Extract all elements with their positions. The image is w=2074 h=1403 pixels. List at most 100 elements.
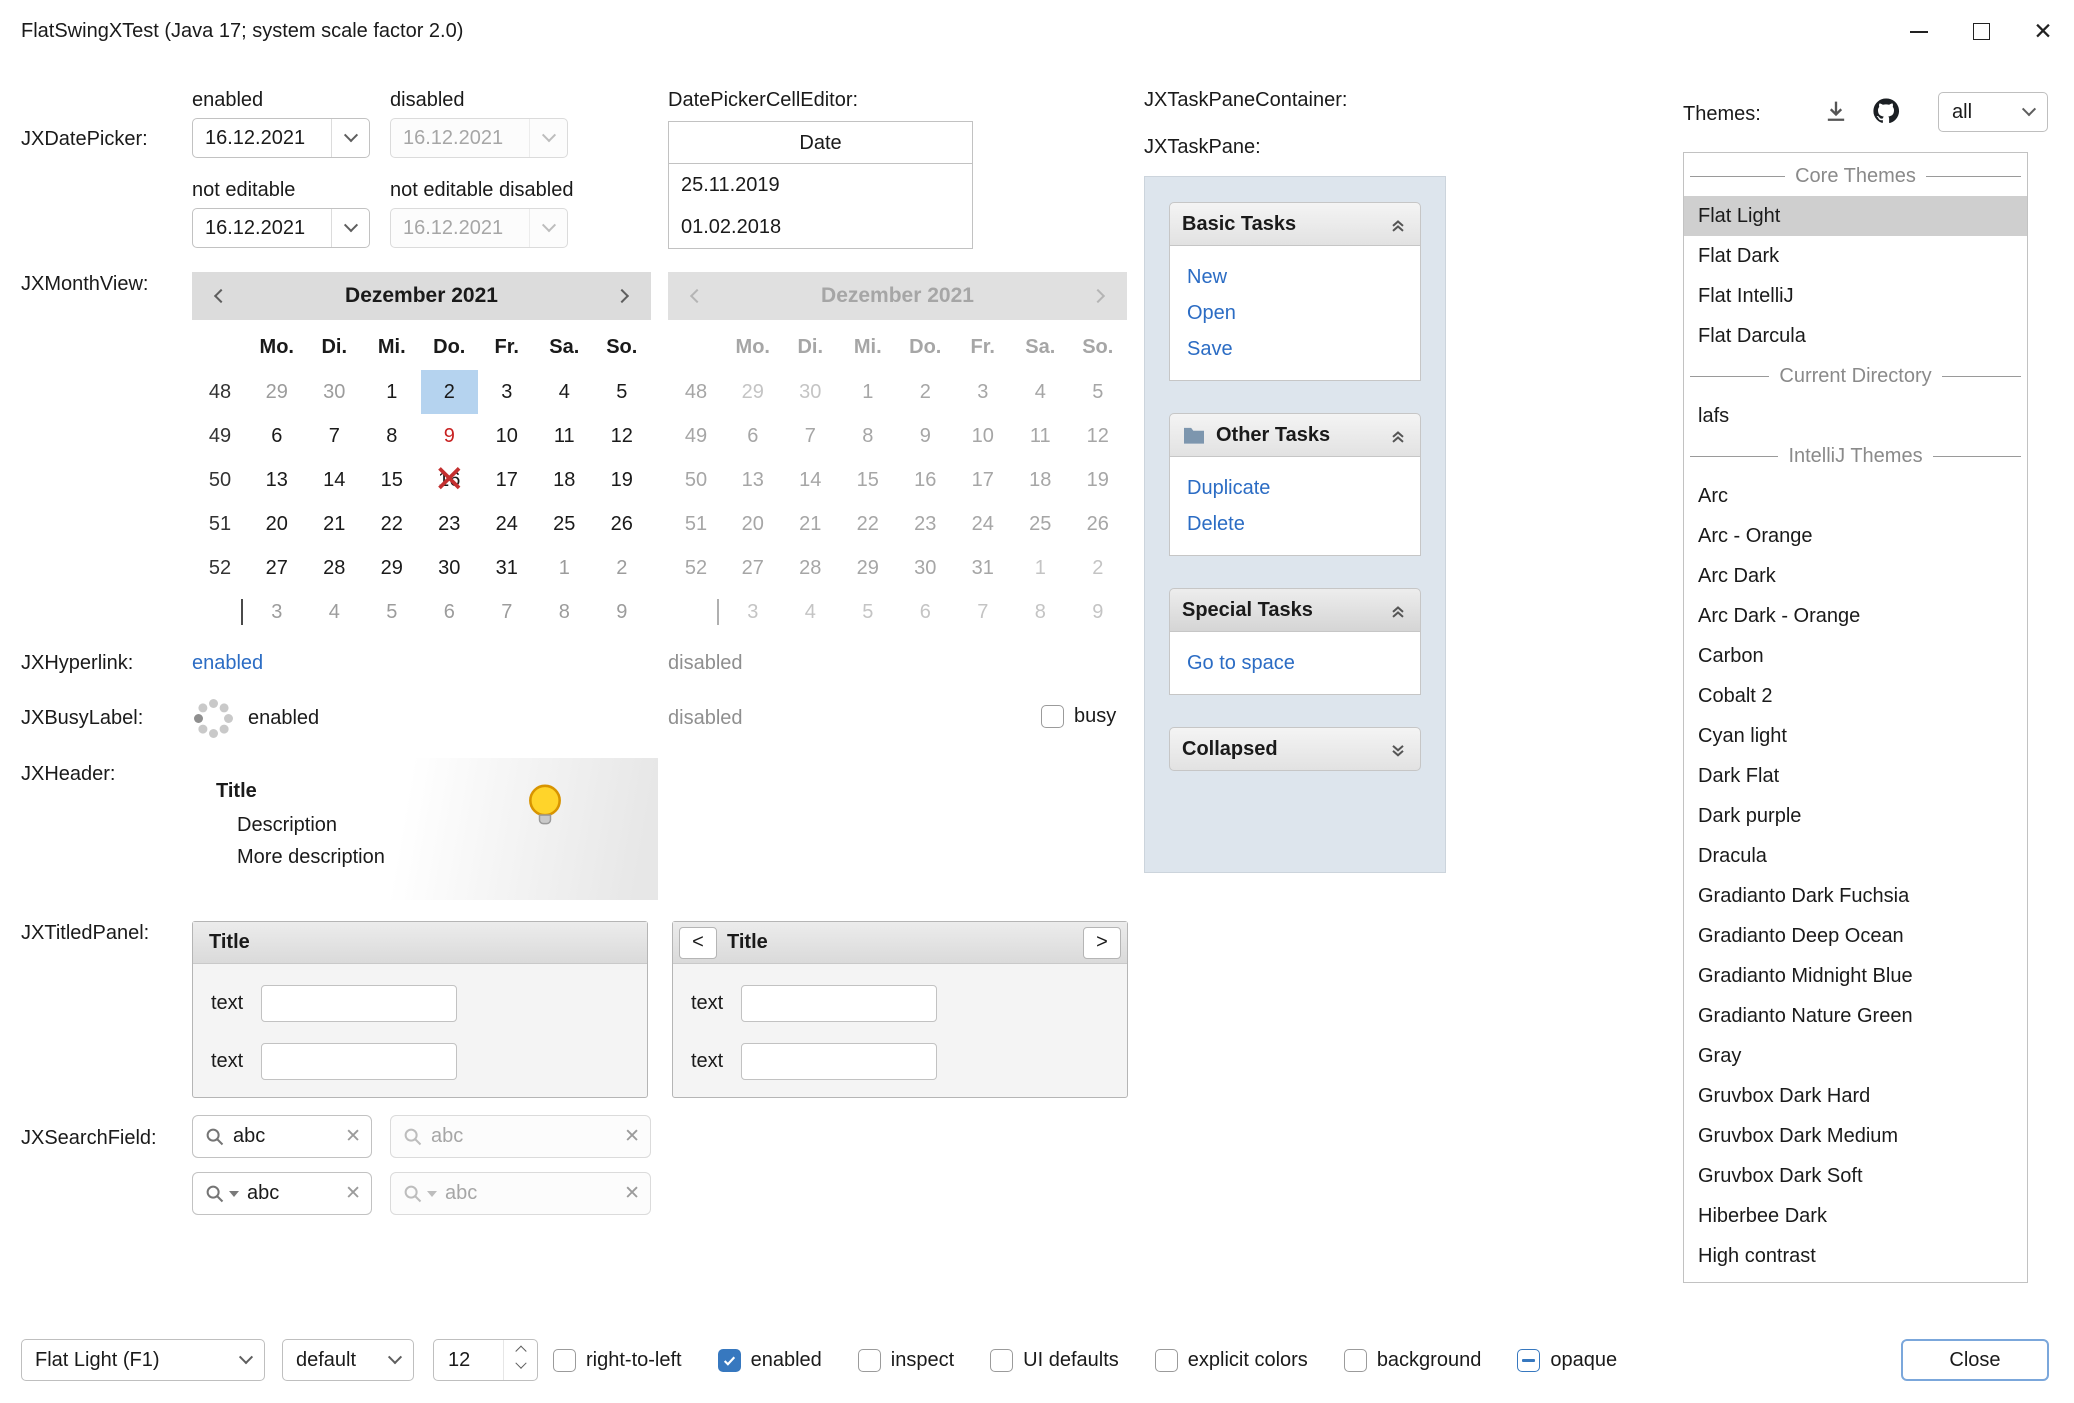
table-row[interactable]: 25.11.2019 — [669, 164, 972, 206]
theme-item[interactable]: Flat Light — [1684, 196, 2027, 236]
collapse-chevron-icon[interactable] — [1388, 600, 1408, 620]
searchfield-enabled[interactable]: abc ✕ — [192, 1115, 372, 1158]
expand-chevron-icon[interactable] — [1388, 739, 1408, 759]
theme-item[interactable]: Light Flat — [1684, 1276, 2027, 1283]
theme-item[interactable]: Hiberbee Dark — [1684, 1196, 2027, 1236]
calendar-day[interactable]: 27 — [248, 546, 306, 590]
checkbox-opaque[interactable]: opaque — [1517, 1349, 1617, 1372]
checkbox-busy[interactable]: busy — [1041, 705, 1116, 728]
prev-month-button[interactable] — [206, 291, 236, 301]
checkbox-explicit-colors[interactable]: explicit colors — [1155, 1349, 1308, 1372]
calendar-day[interactable]: 16✕ — [421, 458, 479, 502]
text-input[interactable] — [261, 1043, 457, 1080]
datepicker-enabled[interactable]: 16.12.2021 — [192, 118, 370, 158]
theme-item[interactable]: Gruvbox Dark Soft — [1684, 1156, 2027, 1196]
clear-icon[interactable]: ✕ — [345, 1125, 361, 1148]
checkbox-box[interactable] — [1155, 1349, 1178, 1372]
datepicker-not-editable[interactable]: 16.12.2021 — [192, 208, 370, 248]
task-pane-header[interactable]: Basic Tasks — [1169, 202, 1421, 246]
task-link[interactable]: New — [1187, 259, 1420, 295]
calendar-day[interactable]: 31 — [478, 546, 536, 590]
theme-item[interactable]: Carbon — [1684, 636, 2027, 676]
theme-item[interactable]: lafs — [1684, 396, 2027, 436]
theme-item[interactable]: Gradianto Midnight Blue — [1684, 956, 2027, 996]
calendar-day[interactable]: 10 — [478, 414, 536, 458]
calendar-day[interactable]: 11 — [536, 414, 594, 458]
calendar-day[interactable]: 21 — [306, 502, 364, 546]
task-link[interactable]: Duplicate — [1187, 470, 1420, 506]
next-month-button[interactable] — [607, 291, 637, 301]
checkbox-box[interactable] — [858, 1349, 881, 1372]
calendar-day[interactable]: 9 — [421, 414, 479, 458]
checkbox-inspect[interactable]: inspect — [858, 1349, 954, 1372]
font-size-spinner[interactable]: 12 — [433, 1339, 538, 1381]
calendar-day[interactable]: 19 — [593, 458, 651, 502]
theme-item[interactable]: Arc Dark - Orange — [1684, 596, 2027, 636]
calendar-day[interactable]: 1 — [536, 546, 594, 590]
theme-item[interactable]: Gradianto Deep Ocean — [1684, 916, 2027, 956]
datepicker-dropdown-button[interactable] — [331, 119, 369, 157]
calendar-day[interactable]: 20 — [248, 502, 306, 546]
collapse-chevron-icon[interactable] — [1388, 214, 1408, 234]
combo-arrow-button[interactable] — [2011, 107, 2047, 117]
checkbox-enabled[interactable]: enabled — [718, 1349, 822, 1372]
clear-icon[interactable]: ✕ — [345, 1182, 361, 1205]
window-close-button[interactable]: ✕ — [2012, 0, 2074, 63]
calendar-day[interactable]: 17 — [478, 458, 536, 502]
theme-item[interactable]: Dark Flat — [1684, 756, 2027, 796]
task-link[interactable]: Delete — [1187, 506, 1420, 542]
checkbox-background[interactable]: background — [1344, 1349, 1482, 1372]
datepicker-value[interactable]: 16.12.2021 — [193, 217, 331, 240]
calendar-day[interactable]: 7 — [478, 590, 536, 634]
theme-item[interactable]: Flat Darcula — [1684, 316, 2027, 356]
theme-item[interactable]: Arc Dark — [1684, 556, 2027, 596]
maximize-button[interactable] — [1950, 0, 2012, 63]
theme-item[interactable]: Gray — [1684, 1036, 2027, 1076]
calendar-day[interactable]: 14 — [306, 458, 364, 502]
close-button[interactable]: Close — [1901, 1339, 2049, 1381]
calendar-day[interactable]: 30 — [421, 546, 479, 590]
task-link[interactable]: Open — [1187, 295, 1420, 331]
hyperlink-enabled[interactable]: enabled — [192, 650, 263, 676]
calendar-day[interactable]: 23 — [421, 502, 479, 546]
datepicker-value[interactable]: 16.12.2021 — [193, 127, 331, 150]
calendar-day[interactable]: 25 — [536, 502, 594, 546]
task-link[interactable]: Save — [1187, 331, 1420, 367]
calendar-day[interactable]: 8 — [363, 414, 421, 458]
panel-nav-right-button[interactable]: > — [1083, 927, 1121, 959]
theme-item[interactable]: Flat IntelliJ — [1684, 276, 2027, 316]
calendar-day[interactable]: 15 — [363, 458, 421, 502]
checkbox-box[interactable] — [1041, 705, 1064, 728]
task-pane-header[interactable]: Collapsed — [1169, 727, 1421, 771]
search-dropdown-icon[interactable] — [229, 1191, 239, 1197]
text-input[interactable] — [261, 985, 457, 1022]
theme-item[interactable]: Cobalt 2 — [1684, 676, 2027, 716]
theme-item[interactable]: Gruvbox Dark Hard — [1684, 1076, 2027, 1116]
themes-filter-combo[interactable]: all — [1938, 92, 2048, 132]
calendar-day[interactable]: 9 — [593, 590, 651, 634]
calendar-day[interactable]: 22 — [363, 502, 421, 546]
calendar-day[interactable]: 29 — [363, 546, 421, 590]
spinner-buttons[interactable] — [503, 1340, 537, 1380]
minimize-button[interactable] — [1888, 0, 1950, 63]
datepicker-dropdown-button[interactable] — [331, 209, 369, 247]
laf-combo[interactable]: Flat Light (F1) — [21, 1339, 265, 1381]
calendar-day[interactable]: 18 — [536, 458, 594, 502]
combo-arrow-button[interactable] — [228, 1355, 264, 1365]
theme-item[interactable]: Gruvbox Dark Medium — [1684, 1116, 2027, 1156]
theme-item[interactable]: Dark purple — [1684, 796, 2027, 836]
collapse-chevron-icon[interactable] — [1388, 425, 1408, 445]
github-button[interactable] — [1868, 93, 1904, 129]
calendar-day[interactable]: 6 — [248, 414, 306, 458]
calendar-day[interactable]: 28 — [306, 546, 364, 590]
calendar-day[interactable]: 4 — [306, 590, 364, 634]
theme-item[interactable]: High contrast — [1684, 1236, 2027, 1276]
spinner-up-icon[interactable] — [515, 1346, 526, 1357]
calendar-day[interactable]: 12 — [593, 414, 651, 458]
calendar-day[interactable]: 6 — [421, 590, 479, 634]
calendar-day[interactable]: 4 — [536, 370, 594, 414]
calendar-day[interactable]: 7 — [306, 414, 364, 458]
search-value[interactable]: abc — [233, 1125, 337, 1148]
calendar-day[interactable]: 5 — [593, 370, 651, 414]
checkbox-box[interactable] — [1517, 1349, 1540, 1372]
